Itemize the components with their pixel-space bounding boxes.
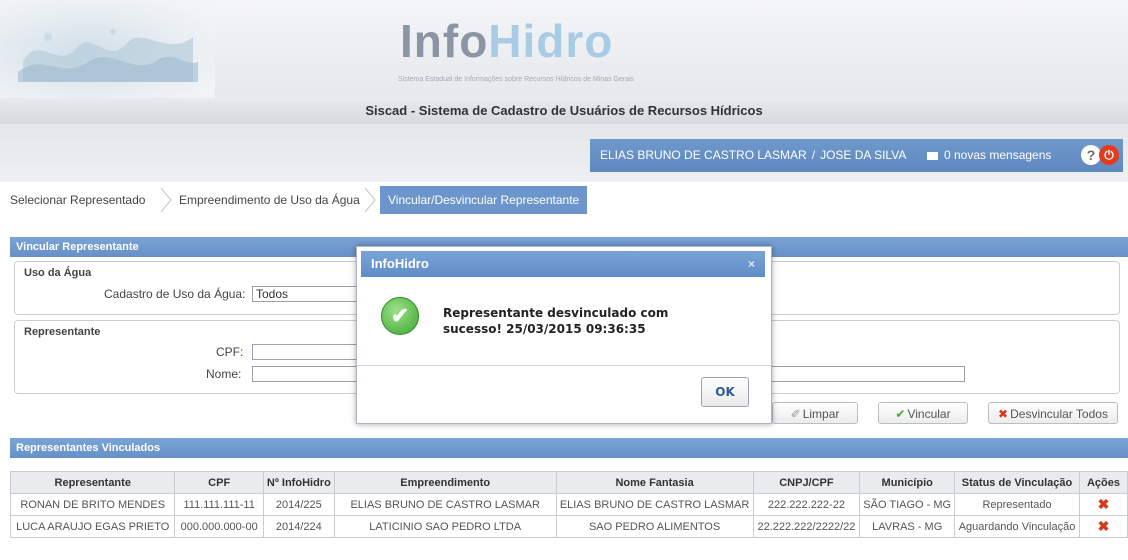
column-header[interactable]: Município xyxy=(859,471,956,494)
header-banner: InfoHidro Sistema Estadual de Informaçõe… xyxy=(0,0,1128,98)
tab-selecionar-representado[interactable]: Selecionar Representado xyxy=(10,186,145,214)
cell-representante: RONAN DE BRITO MENDES xyxy=(9,493,176,516)
limpar-button[interactable]: ✐ Limpar xyxy=(772,402,858,424)
chevron-right-icon xyxy=(160,188,172,212)
cell-status: Aguardando Vinculação xyxy=(954,515,1080,538)
column-header: Ações xyxy=(1078,471,1128,494)
cadastro-uso-select[interactable]: Todos xyxy=(252,286,357,302)
delete-icon: ✖ xyxy=(998,407,1009,421)
user-name[interactable]: ELIAS BRUNO DE CASTRO LASMAR xyxy=(600,148,807,162)
tab-empreendimento[interactable]: Empreendimento de Uso da Água xyxy=(179,186,360,214)
cell-municipio: LAVRAS - MG xyxy=(859,515,956,538)
column-header[interactable]: Empreendimento xyxy=(333,471,557,494)
cell-cpf: 111.111.111-11 xyxy=(174,493,264,516)
cell-cnpj-cpf: 222.222.222-22 xyxy=(752,493,861,516)
column-header[interactable]: Status de Vinculação xyxy=(954,471,1080,494)
representante-legend: Representante xyxy=(24,326,101,338)
table-row[interactable]: LUCA ARAUJO EGAS PRIETO 000.000.000-00 2… xyxy=(9,515,1128,538)
vinculados-panel-header: Representantes Vinculados xyxy=(10,438,1128,458)
vincular-button[interactable]: ✔ Vincular xyxy=(878,402,968,424)
uso-agua-legend: Uso da Água xyxy=(24,267,92,279)
column-header[interactable]: Nome Fantasia xyxy=(555,471,754,494)
column-header[interactable]: Nº InfoHidro xyxy=(262,471,335,494)
eraser-icon: ✐ xyxy=(790,407,801,421)
ok-button[interactable]: OK xyxy=(701,377,749,407)
mail-icon[interactable] xyxy=(927,151,938,160)
messages-link[interactable]: 0 novas mensagens xyxy=(944,148,1051,162)
dialog-message: Representante desvinculado com sucesso! … xyxy=(443,306,669,336)
column-header[interactable]: CNPJ/CPF xyxy=(752,471,861,494)
success-dialog: InfoHidro × ✔ Representante desvinculado… xyxy=(356,246,772,424)
delete-icon[interactable]: ✖ xyxy=(1098,518,1110,534)
dialog-titlebar[interactable]: InfoHidro × xyxy=(361,251,765,277)
column-header[interactable]: CPF xyxy=(174,471,264,494)
chevron-right-icon xyxy=(364,188,376,212)
cell-infohidro: 2014/224 xyxy=(262,515,335,538)
cell-representante: LUCA ARAUJO EGAS PRIETO xyxy=(9,515,176,538)
cell-empreendimento: ELIAS BRUNO DE CASTRO LASMAR xyxy=(333,493,557,516)
tab-vincular-desvincular[interactable]: Vincular/Desvincular Representante xyxy=(380,186,588,214)
dialog-title: InfoHidro xyxy=(371,256,429,271)
user-separator: / xyxy=(811,148,816,162)
check-icon: ✔ xyxy=(895,407,906,421)
table-row[interactable]: RONAN DE BRITO MENDES 111.111.111-11 201… xyxy=(9,493,1128,516)
represented-name[interactable]: JOSE DA SILVA xyxy=(820,148,906,162)
cell-cnpj-cpf: 22.222.222/2222/22 xyxy=(752,515,861,538)
dialog-divider xyxy=(357,365,771,366)
infohidro-logo: InfoHidro xyxy=(400,15,614,67)
cadastro-uso-label: Cadastro de Uso da Água: xyxy=(104,287,246,301)
system-title: Siscad - Sistema de Cadastro de Usuários… xyxy=(0,98,1128,124)
cell-municipio: SÃO TIAGO - MG xyxy=(859,493,956,516)
column-header[interactable]: Representante xyxy=(9,471,176,494)
cell-nome-fantasia: SAO PEDRO ALIMENTOS xyxy=(555,515,754,538)
cell-status: Representado xyxy=(954,493,1080,516)
desvincular-todos-button[interactable]: ✖ Desvincular Todos xyxy=(988,402,1118,424)
close-icon[interactable]: × xyxy=(748,251,755,277)
power-icon[interactable]: ⏻ xyxy=(1099,145,1119,165)
cell-nome-fantasia: ELIAS BRUNO DE CASTRO LASMAR xyxy=(555,493,754,516)
cpf-input[interactable] xyxy=(252,344,357,360)
user-bar: ELIAS BRUNO DE CASTRO LASMAR / JOSE DA SIL… xyxy=(590,139,1123,172)
water-splash-image xyxy=(0,0,215,98)
cell-infohidro: 2014/225 xyxy=(262,493,335,516)
success-check-icon: ✔ xyxy=(381,297,419,335)
nome-label: Nome: xyxy=(206,367,242,381)
delete-icon[interactable]: ✖ xyxy=(1098,496,1110,512)
help-icon[interactable]: ? xyxy=(1081,145,1101,165)
cell-empreendimento: LATICINIO SAO PEDRO LTDA xyxy=(333,515,557,538)
cell-cpf: 000.000.000-00 xyxy=(174,515,264,538)
table-header-row: Representante CPF Nº InfoHidro Empreendi… xyxy=(9,471,1128,494)
cpf-label: CPF: xyxy=(216,345,244,359)
logo-subtitle: Sistema Estadual de Informações sobre Re… xyxy=(398,76,635,83)
representantes-table: Representante CPF Nº InfoHidro Empreendi… xyxy=(9,471,1128,538)
